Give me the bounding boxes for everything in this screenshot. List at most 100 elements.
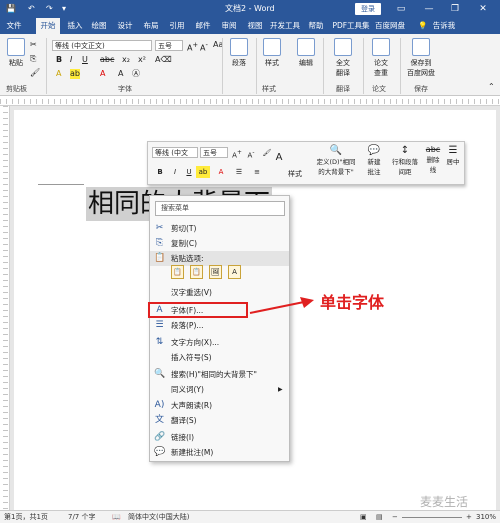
undo-icon[interactable]: ↶: [28, 0, 35, 18]
styles-button[interactable]: 样式: [260, 38, 284, 68]
proofing-icon[interactable]: 📖: [112, 511, 121, 523]
menu-item-cut[interactable]: ✂ 剪切(T): [150, 221, 289, 236]
tell-me-search[interactable]: 告诉我: [430, 18, 458, 34]
menu-item-insert-symbol[interactable]: 插入符号(S): [150, 350, 289, 365]
tab-mailings[interactable]: 邮件: [192, 18, 214, 34]
superscript-icon[interactable]: x²: [138, 55, 146, 65]
zoom-in-icon[interactable]: +: [466, 511, 472, 523]
strikethrough-button[interactable]: abc 删除 线: [424, 145, 442, 174]
zoom-slider[interactable]: [402, 517, 462, 518]
text-effects-icon[interactable]: A: [56, 69, 61, 79]
tab-review[interactable]: 审阅: [218, 18, 240, 34]
focus-icon[interactable]: ▣: [360, 511, 367, 523]
clear-format-icon[interactable]: A⌫: [155, 55, 172, 65]
highlight-icon[interactable]: ab: [70, 69, 80, 79]
zoom-level[interactable]: 310%: [476, 511, 496, 523]
bold-icon[interactable]: B: [56, 55, 62, 65]
paste-text-only-icon[interactable]: A: [228, 265, 241, 279]
mini-highlight-icon[interactable]: ab: [196, 166, 210, 178]
menu-item-synonyms[interactable]: 同义词(Y) ▶: [150, 382, 289, 397]
read-mode-icon[interactable]: ▤: [376, 511, 383, 523]
paste-picture-icon[interactable]: 🖼: [209, 265, 222, 279]
menu-item-paragraph[interactable]: ☰ 段落(P)...: [150, 318, 289, 333]
cut-icon[interactable]: ✂: [30, 40, 37, 50]
menu-item-text-direction[interactable]: ⇅ 文字方向(X)...: [150, 335, 289, 350]
strikethrough-icon[interactable]: abc: [100, 55, 114, 65]
tab-pdf-tools[interactable]: PDF工具集: [331, 18, 371, 34]
menu-item-new-comment[interactable]: 💬 新建批注(M): [150, 445, 289, 460]
paste-button[interactable]: 粘贴: [4, 38, 28, 68]
full-translate-button[interactable]: 全文 翻译: [328, 38, 358, 78]
menu-item-translate[interactable]: 文 翻译(S): [150, 413, 289, 428]
paste-merge-format-icon[interactable]: 📋: [190, 265, 203, 279]
mini-styles-label[interactable]: 样式: [288, 169, 302, 179]
paragraph-label: 段落: [232, 59, 246, 67]
language-indicator[interactable]: 简体中文(中国大陆): [128, 511, 189, 523]
tab-layout[interactable]: 布局: [140, 18, 162, 34]
zoom-out-icon[interactable]: −: [392, 511, 398, 523]
menu-item-link[interactable]: 🔗 链接(I): [150, 430, 289, 445]
new-comment-button[interactable]: 💬 新建 批注: [364, 145, 384, 176]
page-indicator[interactable]: 第1页，共1页: [4, 511, 48, 523]
ribbon-tabs: 文件 开始 插入 绘图 设计 布局 引用 邮件 审阅 视图 开发工具 帮助 PD…: [0, 18, 500, 34]
menu-item-read-aloud[interactable]: A) 大声朗读(R): [150, 398, 289, 413]
restore-icon[interactable]: ❐: [446, 0, 464, 18]
tab-home[interactable]: 开始: [36, 18, 60, 34]
menu-search-input[interactable]: 搜索菜单: [155, 201, 285, 216]
menu-item-copy[interactable]: ⎘ 复制(C): [150, 236, 289, 251]
copy-icon[interactable]: ⎘: [30, 54, 36, 64]
define-button[interactable]: 🔍 定义(D)"相同 的大背景下": [310, 145, 362, 176]
mini-font-size-select[interactable]: 五号: [200, 147, 228, 158]
close-icon[interactable]: ✕: [474, 0, 492, 18]
word-count[interactable]: 7/7 个字: [68, 511, 96, 523]
mini-italic-icon[interactable]: I: [168, 166, 182, 178]
define-icon: 🔍: [329, 145, 343, 156]
tab-file[interactable]: 文件: [3, 18, 25, 34]
mini-styles-icon[interactable]: A: [272, 152, 286, 164]
menu-item-search[interactable]: 🔍 搜索(H)"相同的大背景下": [150, 367, 289, 382]
center-button[interactable]: ☰ 居中: [444, 145, 462, 166]
underline-icon[interactable]: U: [82, 55, 88, 65]
login-button[interactable]: 登录: [355, 3, 381, 15]
mini-bold-icon[interactable]: B: [153, 166, 167, 178]
format-painter-icon[interactable]: 🖌: [30, 68, 40, 78]
tab-references[interactable]: 引用: [166, 18, 188, 34]
enclose-char-icon[interactable]: Ⓐ: [132, 69, 140, 79]
mini-font-name-select[interactable]: 等线 (中文: [152, 147, 198, 158]
save-icon[interactable]: 💾: [6, 0, 16, 18]
font-name-select[interactable]: 等线 (中文正文): [52, 40, 152, 51]
mini-underline-icon[interactable]: U: [182, 166, 196, 178]
paste-keep-source-icon[interactable]: 📋: [171, 265, 184, 279]
read-aloud-icon: A): [154, 400, 165, 410]
tab-draw[interactable]: 绘图: [88, 18, 110, 34]
font-size-select[interactable]: 五号: [155, 40, 183, 51]
tab-developer[interactable]: 开发工具: [268, 18, 302, 34]
mini-grow-font-icon[interactable]: A+: [230, 147, 244, 159]
italic-icon[interactable]: I: [70, 55, 72, 65]
tab-baidu-netdisk[interactable]: 百度网盘: [373, 18, 407, 34]
redo-icon[interactable]: ↷: [46, 0, 53, 18]
save-to-baidu-button[interactable]: 保存到 百度网盘: [402, 38, 440, 78]
paper-check-label-1: 论文: [374, 59, 388, 67]
mini-font-color-icon[interactable]: A: [214, 166, 228, 178]
paragraph-button[interactable]: 段落: [226, 38, 252, 68]
customize-toolbar-icon[interactable]: ▾: [62, 0, 66, 18]
font-color-icon[interactable]: A: [100, 69, 105, 79]
tab-help[interactable]: 帮助: [305, 18, 327, 34]
subscript-icon[interactable]: x₂: [122, 55, 130, 65]
char-shading-icon[interactable]: A: [118, 69, 123, 79]
collapse-ribbon-icon[interactable]: ⌃: [488, 82, 495, 92]
paper-check-button[interactable]: 论文 查重: [366, 38, 396, 78]
shrink-font-icon[interactable]: A-: [200, 40, 208, 54]
edit-button[interactable]: 编辑: [294, 38, 318, 68]
mini-shrink-font-icon[interactable]: A-: [244, 147, 258, 159]
mini-numbering-icon[interactable]: ≡: [250, 166, 264, 178]
mini-bullets-icon[interactable]: ☰: [232, 166, 246, 178]
ribbon-display-icon[interactable]: ▭: [392, 0, 410, 18]
grow-font-icon[interactable]: A+: [187, 40, 198, 54]
minimize-icon[interactable]: —: [420, 0, 438, 18]
tab-insert[interactable]: 插入: [64, 18, 86, 34]
line-spacing-button[interactable]: ↕ 行和段落 间距: [388, 145, 422, 176]
tab-view[interactable]: 视图: [244, 18, 266, 34]
tab-design[interactable]: 设计: [114, 18, 136, 34]
